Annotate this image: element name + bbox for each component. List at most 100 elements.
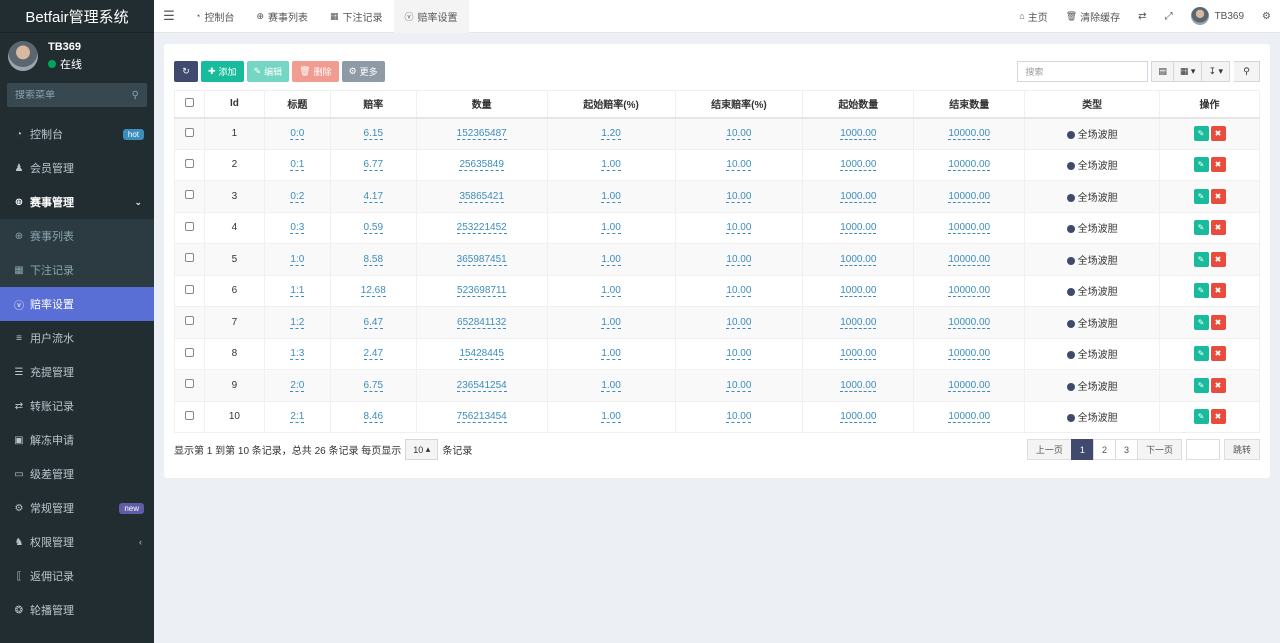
inline-edit-link[interactable]: 10.00: [726, 159, 752, 172]
inline-edit-link[interactable]: 1.20: [601, 128, 621, 140]
column-header[interactable]: 数量: [415, 90, 548, 119]
user-menu[interactable]: TB369: [1182, 7, 1253, 25]
inline-edit-link[interactable]: 1000.00: [840, 159, 877, 172]
inline-edit-link[interactable]: 6.15: [363, 128, 384, 140]
inline-edit-link[interactable]: 1.00: [601, 285, 621, 298]
jump-page-input[interactable]: [1185, 439, 1220, 460]
inline-edit-link[interactable]: 10.00: [726, 411, 752, 424]
sidebar-item[interactable]: ⟦ 返佣记录: [0, 559, 154, 593]
refresh-button[interactable]: ↻: [174, 61, 198, 82]
inline-edit-link[interactable]: 236541254: [456, 379, 507, 392]
row-edit-button[interactable]: ✎: [1193, 126, 1209, 141]
row-delete-button[interactable]: ✖: [1210, 157, 1226, 173]
inline-edit-link[interactable]: 1:3: [290, 348, 305, 361]
column-header[interactable]: 起始赔率(%): [546, 90, 676, 119]
inline-edit-link[interactable]: 0:1: [290, 159, 305, 172]
inline-edit-link[interactable]: 1:2: [290, 316, 305, 329]
language-icon[interactable]: ⇄: [1129, 11, 1155, 22]
inline-edit-link[interactable]: 1:0: [290, 253, 305, 266]
inline-edit-link[interactable]: 8.58: [363, 253, 384, 266]
inline-edit-link[interactable]: 1000.00: [840, 222, 877, 235]
row-delete-button[interactable]: ✖: [1210, 188, 1226, 204]
inline-edit-link[interactable]: 1.00: [601, 253, 621, 266]
row-checkbox[interactable]: [184, 379, 194, 389]
row-edit-button[interactable]: ✎: [1193, 346, 1209, 362]
row-checkbox[interactable]: [184, 410, 194, 420]
prev-page-button[interactable]: 上一页: [1026, 439, 1072, 460]
inline-edit-link[interactable]: 10.00: [726, 190, 752, 203]
delete-button[interactable]: 🗑 删除: [292, 61, 339, 82]
inline-edit-link[interactable]: 10.00: [726, 379, 752, 392]
inline-edit-link[interactable]: 1.00: [601, 159, 621, 172]
inline-edit-link[interactable]: 756213454: [456, 411, 507, 424]
inline-edit-link[interactable]: 10.00: [726, 222, 752, 235]
settings-icon[interactable]: ⚙: [1253, 11, 1280, 22]
inline-edit-link[interactable]: 1000.00: [840, 348, 877, 361]
inline-edit-link[interactable]: 1000.00: [840, 285, 877, 298]
inline-edit-link[interactable]: 0:2: [290, 190, 305, 203]
row-delete-button[interactable]: ✖: [1210, 220, 1226, 236]
inline-edit-link[interactable]: 365987451: [456, 253, 507, 266]
sidebar-item[interactable]: ♟ 会员管理: [0, 151, 154, 185]
inline-edit-link[interactable]: 1000.00: [840, 316, 877, 329]
tab[interactable]: ▦ 下注记录: [319, 0, 394, 33]
inline-edit-link[interactable]: 12.68: [360, 285, 386, 298]
sidebar-item[interactable]: ◔ 控制台 hot: [0, 117, 154, 151]
sidebar-item[interactable]: ⇄ 转账记录: [0, 389, 154, 423]
edit-button[interactable]: ✎ 编辑: [246, 61, 290, 82]
inline-edit-link[interactable]: 10000.00: [948, 128, 991, 140]
toggle-view-button[interactable]: ▤: [1151, 61, 1174, 82]
inline-edit-link[interactable]: 652841132: [457, 316, 507, 329]
inline-edit-link[interactable]: 1.00: [601, 222, 621, 235]
jump-button[interactable]: 跳转: [1223, 439, 1260, 460]
fullscreen-icon[interactable]: ⤢: [1156, 11, 1182, 22]
inline-edit-link[interactable]: 10000.00: [948, 379, 991, 392]
row-edit-button[interactable]: ✎: [1193, 220, 1209, 236]
page-1-button[interactable]: 1: [1070, 439, 1094, 460]
inline-edit-link[interactable]: 1000.00: [840, 253, 877, 266]
row-edit-button[interactable]: ✎: [1193, 283, 1209, 299]
tab[interactable]: ⊕ 赛事列表: [245, 0, 319, 33]
column-header[interactable]: 类型: [1024, 90, 1161, 119]
sidebar-item[interactable]: ⚙ 常规管理 new: [0, 491, 154, 525]
tab[interactable]: ⓥ 赔率设置: [393, 0, 469, 33]
home-link[interactable]: ⌂ 主页: [1010, 9, 1056, 24]
inline-edit-link[interactable]: 10.00: [726, 348, 752, 361]
select-all-checkbox[interactable]: [184, 97, 194, 107]
inline-edit-link[interactable]: 8.46: [363, 411, 384, 424]
inline-edit-link[interactable]: 10000.00: [948, 253, 991, 266]
brand-title[interactable]: Betfair管理系统: [0, 0, 154, 33]
inline-edit-link[interactable]: 10000.00: [948, 348, 991, 361]
inline-edit-link[interactable]: 10.00: [726, 316, 752, 329]
column-header[interactable]: 操作: [1159, 90, 1260, 119]
row-delete-button[interactable]: ✖: [1210, 283, 1226, 299]
inline-edit-link[interactable]: 0:0: [290, 128, 305, 140]
inline-edit-link[interactable]: 10000.00: [948, 222, 991, 235]
sidebar-item[interactable]: ⊕ 赛事管理 ⌄: [0, 185, 154, 219]
row-edit-button[interactable]: ✎: [1193, 314, 1209, 330]
row-delete-button[interactable]: ✖: [1210, 314, 1226, 330]
more-button[interactable]: ⚙ 更多: [341, 61, 385, 82]
row-checkbox[interactable]: [184, 221, 194, 231]
inline-edit-link[interactable]: 35865421: [459, 190, 504, 203]
sidebar-item[interactable]: ▭ 级差管理: [0, 457, 154, 491]
sidebar-item[interactable]: ☰ 充提管理: [0, 355, 154, 389]
inline-edit-link[interactable]: 1.00: [601, 411, 621, 424]
inline-edit-link[interactable]: 523698711: [457, 285, 507, 298]
row-checkbox[interactable]: [184, 253, 194, 263]
inline-edit-link[interactable]: 0:3: [290, 222, 305, 235]
inline-edit-link[interactable]: 10000.00: [948, 285, 991, 298]
inline-edit-link[interactable]: 10000.00: [948, 190, 991, 203]
row-delete-button[interactable]: ✖: [1210, 346, 1226, 362]
inline-edit-link[interactable]: 1.00: [601, 379, 621, 392]
export-button[interactable]: ↧ ▾: [1202, 61, 1230, 82]
sidebar-item[interactable]: ❂ 轮播管理: [0, 593, 154, 627]
table-search-input[interactable]: [1017, 61, 1149, 82]
inline-edit-link[interactable]: 2.47: [363, 348, 384, 361]
row-edit-button[interactable]: ✎: [1193, 409, 1209, 425]
row-checkbox[interactable]: [184, 158, 194, 168]
row-edit-button[interactable]: ✎: [1193, 377, 1209, 393]
inline-edit-link[interactable]: 10000.00: [948, 411, 991, 424]
inline-edit-link[interactable]: 1000.00: [840, 190, 877, 203]
column-header[interactable]: Id: [203, 90, 265, 119]
